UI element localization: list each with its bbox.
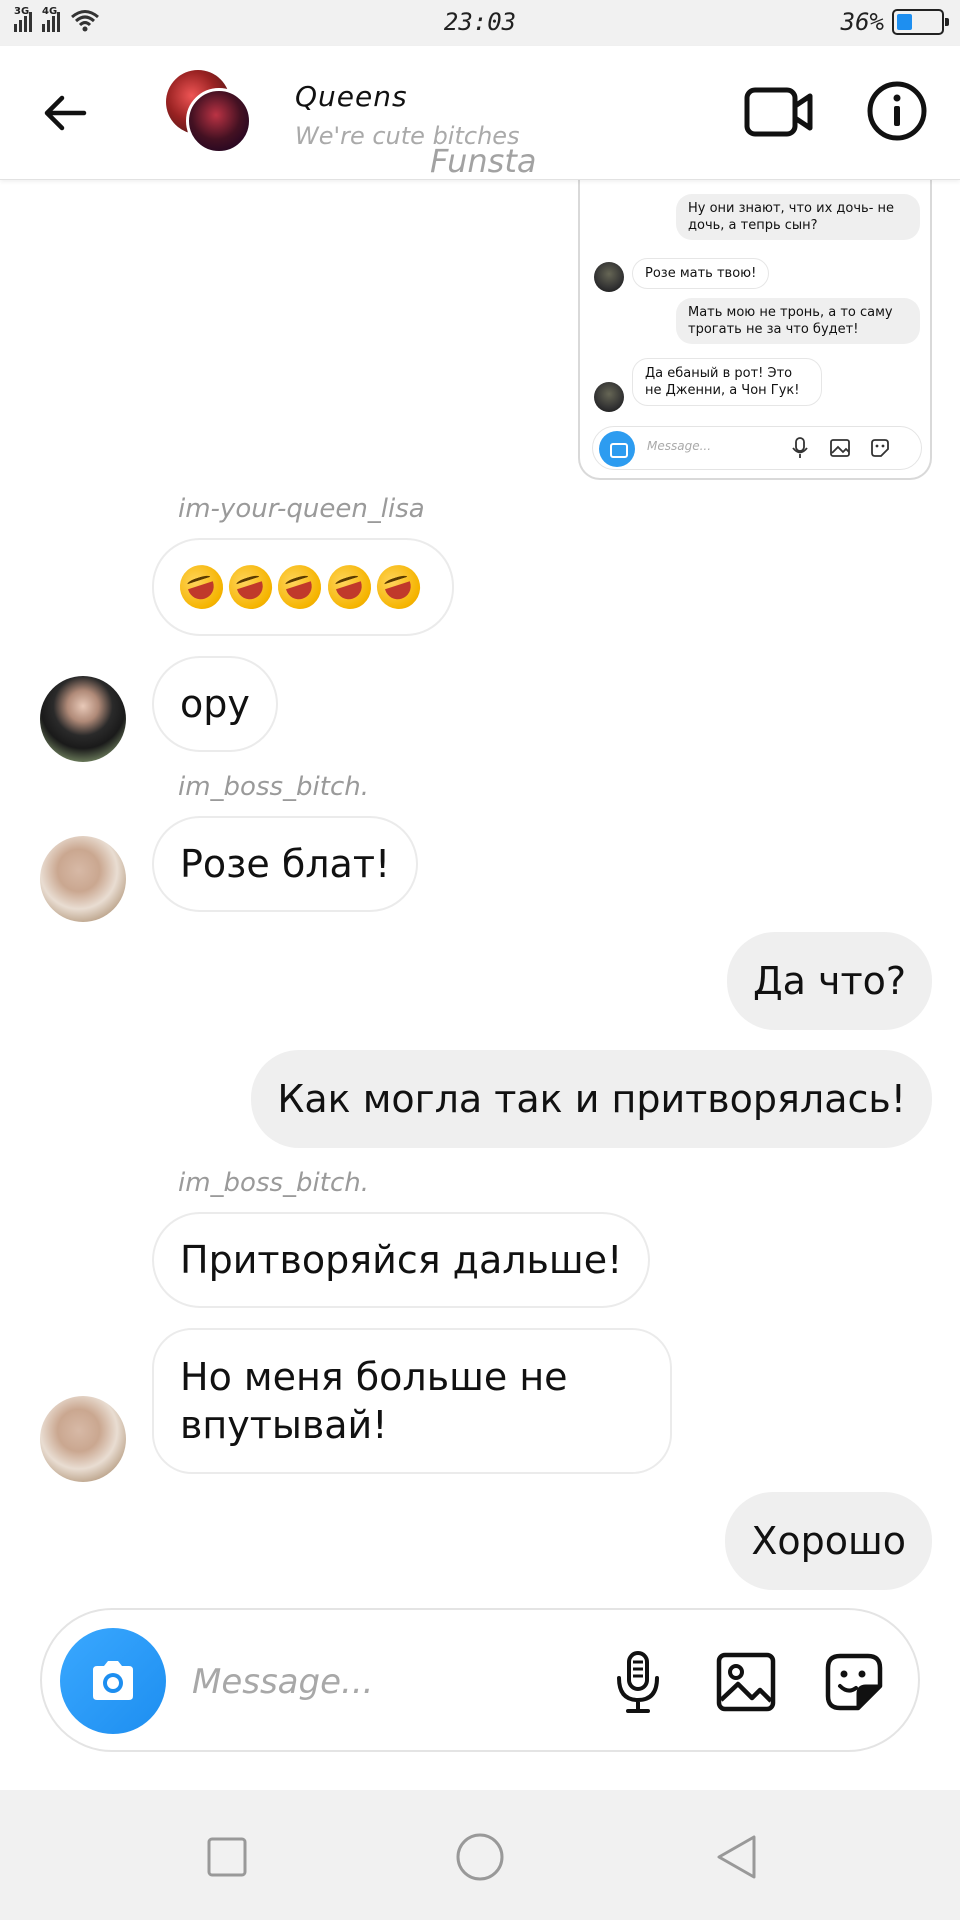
embedded-avatar: [594, 262, 624, 292]
rofl-emoji-icon: [371, 559, 426, 615]
sticker-icon: [871, 439, 889, 457]
sticker-icon[interactable]: [820, 1648, 888, 1716]
avatar[interactable]: [40, 836, 126, 922]
message-bubble[interactable]: Розе блат!: [152, 816, 419, 912]
rofl-emoji-icon: [174, 559, 229, 615]
message-bubble[interactable]: ору: [152, 656, 278, 752]
camera-icon: [599, 431, 635, 467]
status-bar: 3G 4G 23:03 36%: [0, 0, 960, 46]
camera-button[interactable]: [60, 1628, 166, 1734]
embedded-placeholder: Message...: [647, 439, 712, 453]
group-avatar[interactable]: [166, 70, 256, 160]
battery-percent: 36%: [840, 8, 884, 36]
message-bubble-outgoing[interactable]: Хорошо: [725, 1492, 932, 1590]
embedded-message: Да ебаный в рот! Это не Дженни, а Чон Гу…: [632, 358, 822, 406]
embedded-message: Мать мою не тронь, а то саму трогать не …: [676, 298, 920, 344]
rofl-emoji-icon: [272, 559, 328, 615]
sender-name: im-your-queen_lisa: [178, 494, 425, 524]
message-composer: [40, 1608, 920, 1752]
embedded-chat-screenshot[interactable]: Ну они знают, что их дочь- не дочь, а те…: [578, 150, 932, 480]
message-bubble-outgoing[interactable]: Да что?: [726, 932, 932, 1030]
system-nav-bar: [0, 1790, 960, 1920]
message-bubble-outgoing[interactable]: Как могла так и притворялась!: [251, 1050, 932, 1148]
message-bubble-emoji[interactable]: [152, 538, 454, 636]
recent-apps-icon[interactable]: [200, 1830, 254, 1884]
message-bubble[interactable]: Притворяйся дальше!: [152, 1212, 651, 1308]
chat-header: Queens We're cute bitches Funsta: [0, 46, 960, 180]
info-icon[interactable]: [866, 80, 928, 142]
clock: 23:03: [443, 8, 517, 36]
gallery-icon: [830, 439, 850, 457]
rofl-emoji-icon: [321, 559, 377, 615]
message-bubble[interactable]: Но меня больше не впутывай!: [152, 1328, 672, 1474]
embedded-message: Розе мать твою!: [632, 258, 770, 289]
camera-icon: [93, 1661, 133, 1700]
video-call-icon[interactable]: [744, 84, 814, 140]
avatar[interactable]: [40, 676, 126, 762]
group-avatar-front: [186, 88, 252, 154]
battery-fill: [897, 14, 913, 30]
embedded-message: Ну они знают, что их дочь- не дочь, а те…: [676, 194, 920, 240]
message-input[interactable]: [192, 1654, 572, 1710]
microphone-icon[interactable]: [604, 1648, 672, 1716]
back-arrow-icon[interactable]: [40, 88, 90, 138]
battery-icon: [892, 9, 949, 35]
home-icon[interactable]: [453, 1830, 507, 1884]
sender-name: im_boss_bitch.: [178, 772, 370, 802]
microphone-icon: [792, 437, 808, 458]
embedded-avatar: [594, 382, 624, 412]
back-icon[interactable]: [710, 1830, 764, 1884]
battery-status: 36%: [840, 8, 949, 36]
chat-title[interactable]: Queens: [295, 80, 408, 113]
embedded-input-bar: Message...: [592, 426, 922, 470]
sender-name: im_boss_bitch.: [178, 1168, 370, 1198]
rofl-emoji-icon: [223, 559, 279, 615]
avatar[interactable]: [40, 1396, 126, 1482]
gallery-icon[interactable]: [712, 1648, 780, 1716]
watermark: Funsta: [430, 142, 537, 180]
